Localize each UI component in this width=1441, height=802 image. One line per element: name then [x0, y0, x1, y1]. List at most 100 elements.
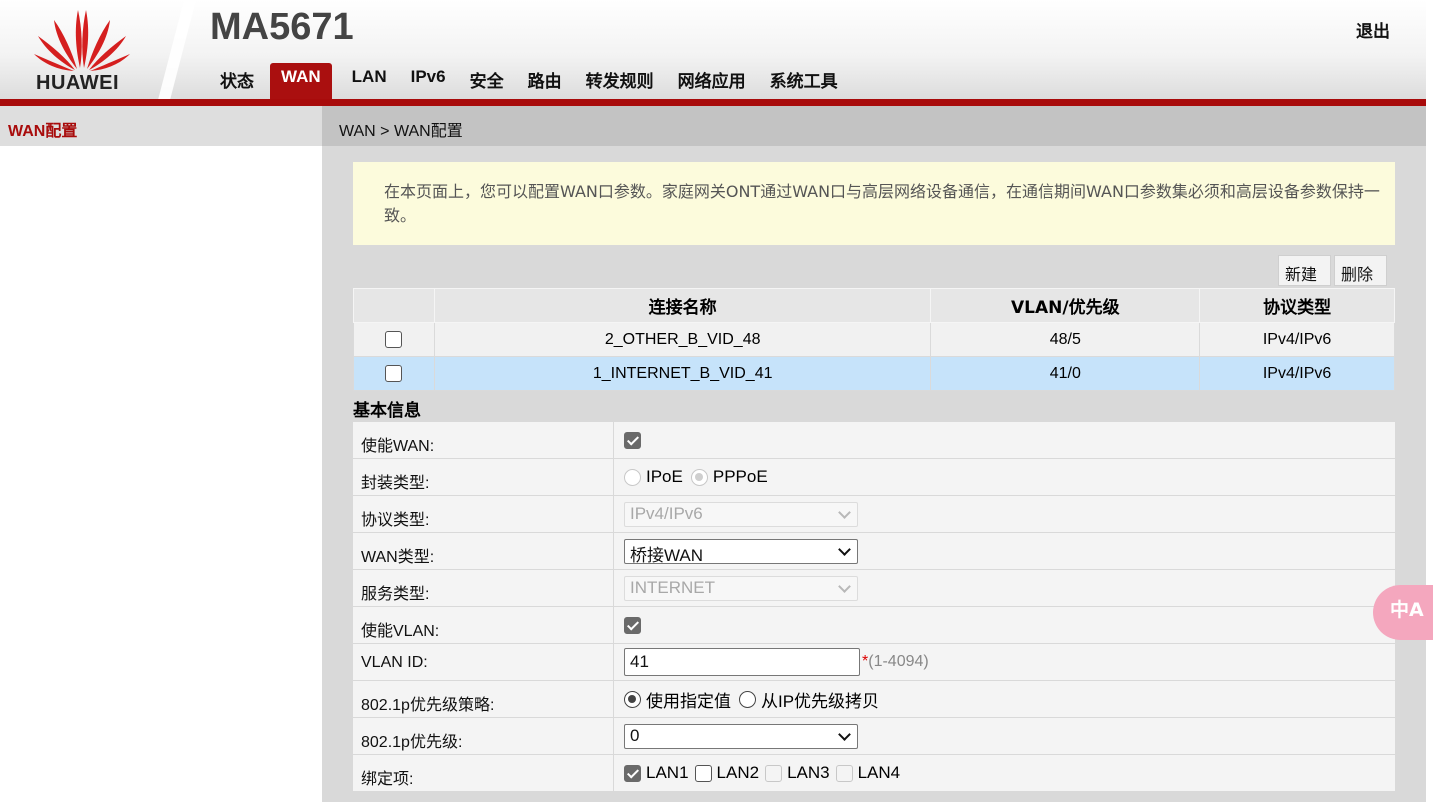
policy-copy-radio[interactable]: [739, 690, 756, 708]
protocol-type[interactable]: IPv4/IPv6: [1199, 356, 1395, 391]
bind-lan3-checkbox[interactable]: [765, 764, 783, 782]
service-select[interactable]: INTERNET: [624, 575, 858, 601]
form-row-enable-wan: 使能WAN:: [353, 422, 1395, 459]
row-checkbox[interactable]: [385, 330, 403, 348]
app-root: HUAWEI MA5671 退出 状态 WAN LAN IPv6 安全 路由 转…: [0, 0, 1441, 802]
bind-lan4-checkbox[interactable]: [835, 764, 853, 782]
protocol-label: 协议类型:: [353, 496, 614, 532]
form-row-enable-vlan: 使能VLAN:: [353, 607, 1395, 644]
chevron-down-icon: [838, 505, 851, 519]
policy-specified-option[interactable]: 使用指定值: [624, 687, 731, 712]
form-row-protocol: 协议类型: IPv4/IPv6: [353, 496, 1395, 533]
p8021-priority-label: 802.1p优先级:: [353, 718, 614, 754]
policy-copy-label: 从IP优先级拷贝: [761, 691, 880, 711]
header-divider: [158, 0, 196, 100]
form-row-vlan-id: VLAN ID: 41 * (1-4094): [353, 644, 1395, 681]
nav-system-tools[interactable]: 系统工具: [758, 63, 850, 100]
sidebar-item-wan-config[interactable]: WAN配置: [0, 106, 322, 146]
service-select-value: INTERNET: [630, 577, 715, 597]
wan-type-select-value: 桥接WAN: [630, 545, 704, 565]
vlan-id-input[interactable]: 41: [624, 648, 860, 676]
bind-lan2-label: LAN2: [716, 763, 760, 782]
main-content: WAN > WAN配置 在本页面上，您可以配置WAN口参数。家庭网关ONT通过W…: [322, 106, 1426, 802]
encap-pppoe-radio[interactable]: [690, 468, 708, 486]
logout-link[interactable]: 退出: [1356, 17, 1390, 42]
bind-lan3-option[interactable]: LAN3: [765, 763, 830, 783]
encap-ipoe-option[interactable]: IPoE: [624, 467, 683, 487]
vlan-priority[interactable]: 48/5: [930, 322, 1201, 357]
translate-badge[interactable]: 中A: [1373, 585, 1433, 640]
protocol-select[interactable]: IPv4/IPv6: [624, 501, 858, 527]
product-title: MA5671: [210, 6, 354, 48]
policy-specified-radio[interactable]: [624, 690, 641, 708]
header-protocol-type: 协议类型: [1199, 288, 1395, 323]
encap-ipoe-label: IPoE: [646, 467, 683, 486]
main-nav: 状态 WAN LAN IPv6 安全 路由 转发规则 网络应用 系统工具: [208, 63, 850, 100]
form-row-8021p-priority: 802.1p优先级: 0: [353, 718, 1395, 755]
table-row[interactable]: 2_OTHER_B_VID_48 48/5 IPv4/IPv6: [353, 322, 1395, 357]
wan-type-select[interactable]: 桥接WAN: [624, 538, 858, 565]
vlan-id-range-hint: (1-4094): [868, 653, 929, 670]
binding-label: 绑定项:: [353, 755, 614, 791]
new-button[interactable]: 新建: [1278, 255, 1331, 286]
table-header-row: 连接名称 VLAN/优先级 协议类型: [353, 288, 1395, 323]
nav-forwarding[interactable]: 转发规则: [574, 63, 666, 100]
protocol-select-value: IPv4/IPv6: [630, 503, 703, 523]
protocol-type[interactable]: IPv4/IPv6: [1199, 322, 1395, 357]
form-row-8021p-policy: 802.1p优先级策略: 使用指定值 从IP优先级拷贝: [353, 681, 1395, 718]
huawei-logo: HUAWEI: [0, 0, 172, 100]
service-label: 服务类型:: [353, 570, 614, 606]
wan-type-label: WAN类型:: [353, 533, 614, 569]
vlan-id-label: VLAN ID:: [353, 644, 614, 680]
breadcrumb: WAN > WAN配置: [322, 106, 1426, 146]
section-title-basic-info: 基本信息: [353, 401, 421, 421]
delete-button[interactable]: 删除: [1334, 255, 1387, 286]
nav-status[interactable]: 状态: [208, 63, 266, 100]
enable-wan-checkbox[interactable]: [624, 431, 641, 449]
enable-wan-label: 使能WAN:: [353, 422, 614, 458]
form-row-encap: 封装类型: IPoE PPPoE: [353, 459, 1395, 496]
connection-name[interactable]: 1_INTERNET_B_VID_41: [433, 356, 932, 391]
p8021-priority-select[interactable]: 0: [624, 723, 858, 749]
bind-lan4-option[interactable]: LAN4: [835, 763, 900, 783]
p8021-policy-label: 802.1p优先级策略:: [353, 681, 614, 717]
vlan-priority[interactable]: 41/0: [930, 356, 1201, 391]
enable-vlan-checkbox[interactable]: [624, 616, 641, 634]
enable-vlan-label: 使能VLAN:: [353, 607, 614, 643]
nav-wan[interactable]: WAN: [270, 63, 332, 100]
policy-copy-option[interactable]: 从IP优先级拷贝: [739, 687, 879, 712]
form-row-service: 服务类型: INTERNET: [353, 570, 1395, 607]
connection-name[interactable]: 2_OTHER_B_VID_48: [433, 322, 932, 357]
wan-config-form: 使能WAN: 封装类型: IPoE PPPoE 协议类型: IPv4/IPv6 …: [353, 422, 1395, 792]
bind-lan2-option[interactable]: LAN2: [694, 763, 760, 783]
nav-routing[interactable]: 路由: [516, 63, 574, 100]
info-notice: 在本页面上，您可以配置WAN口参数。家庭网关ONT通过WAN口与高层网络设备通信…: [353, 162, 1395, 245]
encap-ipoe-radio[interactable]: [624, 468, 641, 486]
encap-pppoe-label: PPPoE: [712, 467, 768, 486]
chevron-down-icon: [838, 579, 851, 593]
bind-lan3-label: LAN3: [787, 763, 830, 782]
table-row[interactable]: 1_INTERNET_B_VID_41 41/0 IPv4/IPv6: [353, 356, 1395, 391]
encap-pppoe-option[interactable]: PPPoE: [690, 467, 768, 487]
header-select: [353, 288, 435, 323]
nav-ipv6[interactable]: IPv6: [399, 63, 458, 100]
row-select-cell: [353, 322, 435, 357]
logo-text: HUAWEI: [36, 72, 119, 94]
nav-lan[interactable]: LAN: [340, 63, 399, 100]
p8021-priority-select-value: 0: [630, 725, 640, 745]
chevron-down-icon: [838, 542, 851, 556]
policy-specified-label: 使用指定值: [646, 691, 731, 711]
nav-network-apps[interactable]: 网络应用: [666, 63, 758, 100]
form-row-binding: 绑定项: LAN1 LAN2 LAN3 LAN4: [353, 755, 1395, 792]
bind-lan2-checkbox[interactable]: [694, 764, 712, 782]
header-connection-name: 连接名称: [433, 288, 932, 323]
nav-security[interactable]: 安全: [458, 63, 516, 100]
chevron-down-icon: [838, 727, 851, 741]
header: HUAWEI MA5671 退出 状态 WAN LAN IPv6 安全 路由 转…: [0, 0, 1426, 100]
encap-label: 封装类型:: [353, 459, 614, 495]
bind-lan1-option[interactable]: LAN1: [624, 763, 689, 783]
bind-lan1-checkbox[interactable]: [624, 764, 641, 782]
row-checkbox[interactable]: [385, 364, 403, 382]
header-vlan-priority: VLAN/优先级: [930, 288, 1201, 323]
form-row-wan-type: WAN类型: 桥接WAN: [353, 533, 1395, 570]
